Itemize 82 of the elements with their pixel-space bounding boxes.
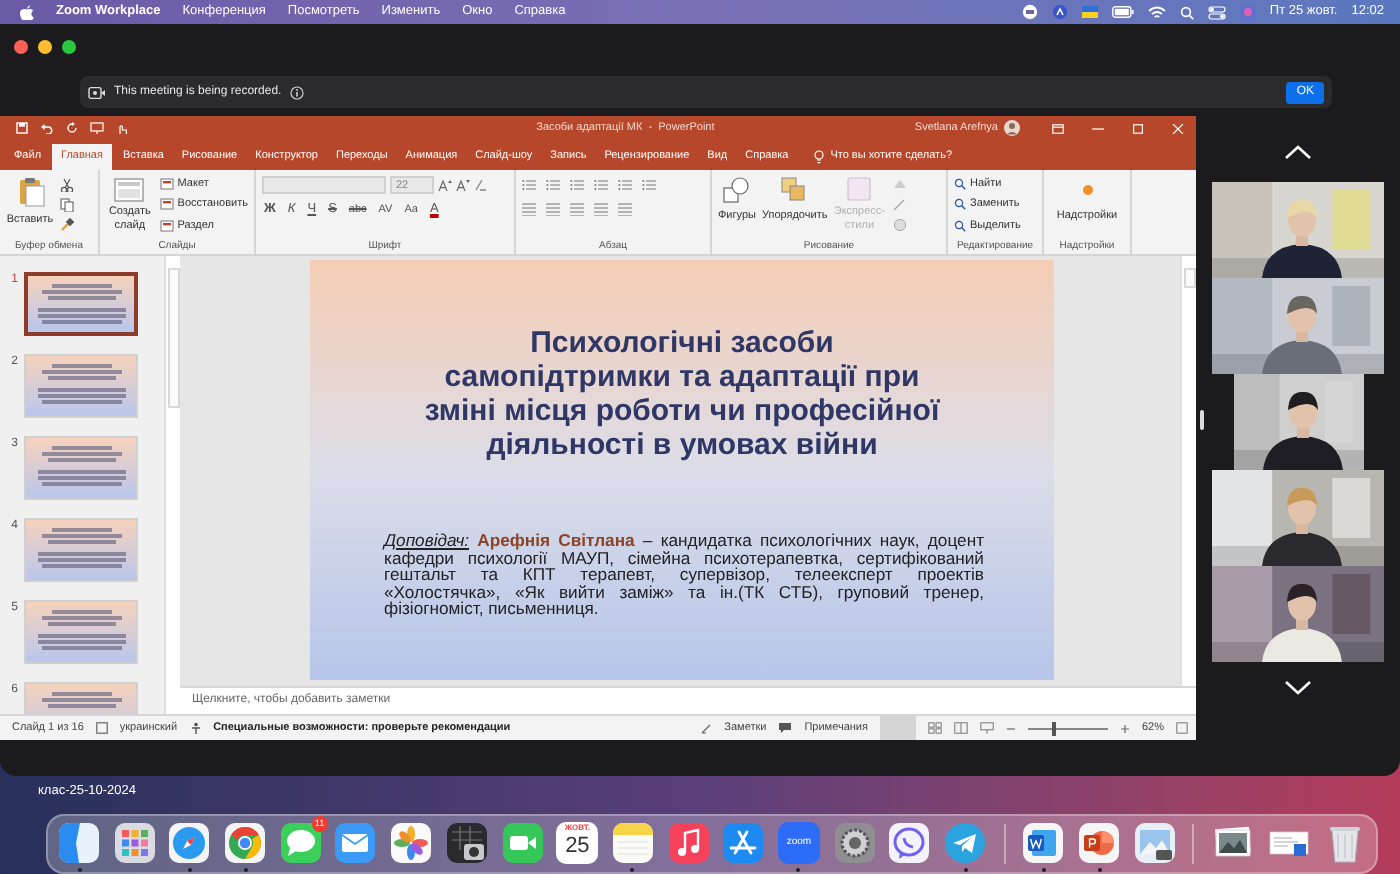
brush-icon[interactable] [60, 218, 74, 232]
flower-icon[interactable] [390, 822, 433, 865]
camera-icon[interactable] [445, 822, 488, 865]
bullets-icon[interactable] [522, 178, 536, 192]
presentation-icon[interactable] [90, 122, 104, 134]
copy-icon[interactable] [60, 198, 74, 212]
section-icon[interactable] [159, 219, 174, 232]
phone-bubble-icon[interactable] [888, 822, 931, 865]
plus-icon[interactable] [1119, 723, 1130, 733]
slideshow-icon[interactable] [979, 722, 994, 734]
arrange-icon[interactable] [780, 176, 809, 204]
slider-thumb[interactable] [1051, 721, 1056, 735]
numbering-icon[interactable] [546, 178, 560, 192]
spelling-icon[interactable] [95, 722, 108, 734]
fit-slide-icon[interactable] [1176, 722, 1188, 734]
music-note-icon[interactable] [667, 822, 710, 865]
video-camera-icon[interactable] [501, 822, 543, 865]
recording-icon [88, 85, 106, 99]
redo-icon[interactable] [66, 122, 78, 134]
undo-icon[interactable] [40, 122, 54, 134]
battery-icon[interactable] [1111, 6, 1134, 18]
document-icon[interactable] [1022, 822, 1065, 865]
notepad-icon[interactable] [611, 822, 654, 865]
columns-icon[interactable] [642, 178, 656, 192]
save-icon[interactable] [16, 122, 28, 134]
indent-icon[interactable] [594, 178, 608, 192]
maximize-icon[interactable] [1132, 123, 1144, 133]
reset-icon[interactable] [159, 198, 174, 211]
grid-icon[interactable] [113, 822, 156, 865]
close-button[interactable] [14, 40, 28, 54]
slide-thumbnail[interactable] [24, 272, 138, 336]
clear-format-icon[interactable] [474, 178, 488, 192]
minimize-button[interactable] [38, 40, 52, 54]
shrink-font-icon[interactable] [456, 178, 470, 192]
clipboard-icon[interactable] [15, 176, 45, 208]
resize-handle[interactable] [1200, 410, 1204, 430]
minus-icon[interactable] [1005, 723, 1016, 733]
notes-icon[interactable] [700, 722, 713, 734]
day-label: 25 [565, 834, 590, 859]
paper-plane-icon[interactable] [944, 822, 986, 865]
reading-view-icon[interactable] [953, 722, 968, 734]
gear-icon[interactable] [833, 822, 876, 865]
envelope-icon[interactable] [334, 822, 377, 865]
search-icon[interactable] [954, 178, 966, 191]
image-icon[interactable] [1133, 822, 1176, 865]
line-spacing-icon[interactable] [618, 178, 632, 192]
scrollbar[interactable] [164, 256, 180, 714]
compass-icon[interactable] [168, 822, 211, 865]
scissors-icon[interactable] [60, 178, 74, 192]
maximize-button[interactable] [62, 40, 76, 54]
scrollbar[interactable] [1180, 256, 1196, 686]
font-name-field[interactable] [262, 176, 386, 194]
dot-icon[interactable] [1081, 184, 1093, 196]
accessibility-icon[interactable] [189, 722, 202, 734]
comment-icon[interactable] [778, 722, 793, 734]
info-icon[interactable] [289, 85, 304, 99]
layout-icon[interactable] [159, 178, 174, 191]
app-icon[interactable] [58, 822, 100, 865]
toggles-icon[interactable] [1207, 5, 1226, 19]
circle-icon[interactable] [224, 822, 267, 865]
slide-title: Психологічні засоби самопідтримки та адаптації при зміні місця роботи чи професійної діяльності в умовах війни [422, 326, 942, 462]
flag-icon[interactable] [1081, 6, 1098, 18]
shapes-icon[interactable] [722, 176, 751, 204]
minimize-icon[interactable] [1092, 123, 1104, 133]
slide-body-text: Доповідач: Арефнія Світлана – кандидатка психологічних наук, доцент кафедри психології МАУП, сімейна психотерапевтка, сертифікований гештальт та КПТ терапевт, супервізор, телеексперт проектів «Холостячка», «Як вийти заміж» та ін.(ТК СТБ), груповий тренер, фізіогноміст, письменниця. [384, 532, 984, 617]
avatar-icon[interactable] [1004, 120, 1020, 136]
presentation-icon[interactable] [1078, 822, 1121, 865]
grow-font-icon[interactable] [438, 178, 452, 192]
language-icon[interactable] [1051, 4, 1068, 20]
lightbulb-icon[interactable] [814, 150, 825, 164]
wifi-icon[interactable] [1147, 5, 1166, 19]
store-icon[interactable] [722, 822, 765, 865]
chevron-up-icon[interactable] [1284, 144, 1312, 160]
chevron-down-icon[interactable] [1284, 680, 1312, 696]
sorter-view-icon[interactable] [927, 722, 942, 734]
close-icon[interactable] [1172, 123, 1184, 133]
indent-icon[interactable] [570, 178, 584, 192]
ribbon-options-icon[interactable] [1052, 123, 1064, 133]
hand-icon[interactable] [116, 122, 128, 134]
status-icon[interactable] [1021, 4, 1038, 20]
apple-icon[interactable] [20, 4, 34, 20]
speech-bubble-icon[interactable] [279, 822, 322, 865]
